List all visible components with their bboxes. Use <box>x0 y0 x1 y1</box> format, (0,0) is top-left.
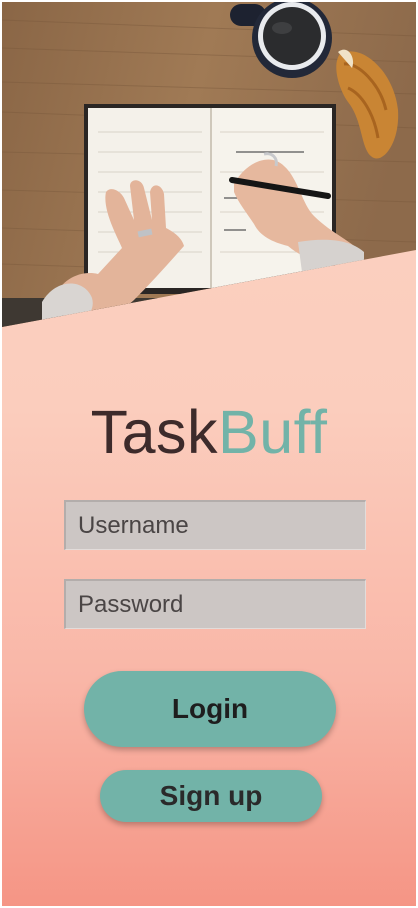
username-input[interactable] <box>76 501 365 550</box>
username-field[interactable] <box>64 500 366 550</box>
app-logo: TaskBuff <box>2 394 416 470</box>
logo-text-buff: Buff <box>218 398 328 466</box>
password-field[interactable] <box>64 579 366 629</box>
hero-image <box>2 2 416 332</box>
signup-button[interactable]: Sign up <box>100 770 322 822</box>
login-screen: TaskBuff Login Sign up <box>0 0 418 908</box>
password-input[interactable] <box>76 580 365 629</box>
logo-text-task: Task <box>90 398 219 466</box>
screen-frame: TaskBuff Login Sign up <box>2 2 416 906</box>
login-button[interactable]: Login <box>84 671 336 747</box>
